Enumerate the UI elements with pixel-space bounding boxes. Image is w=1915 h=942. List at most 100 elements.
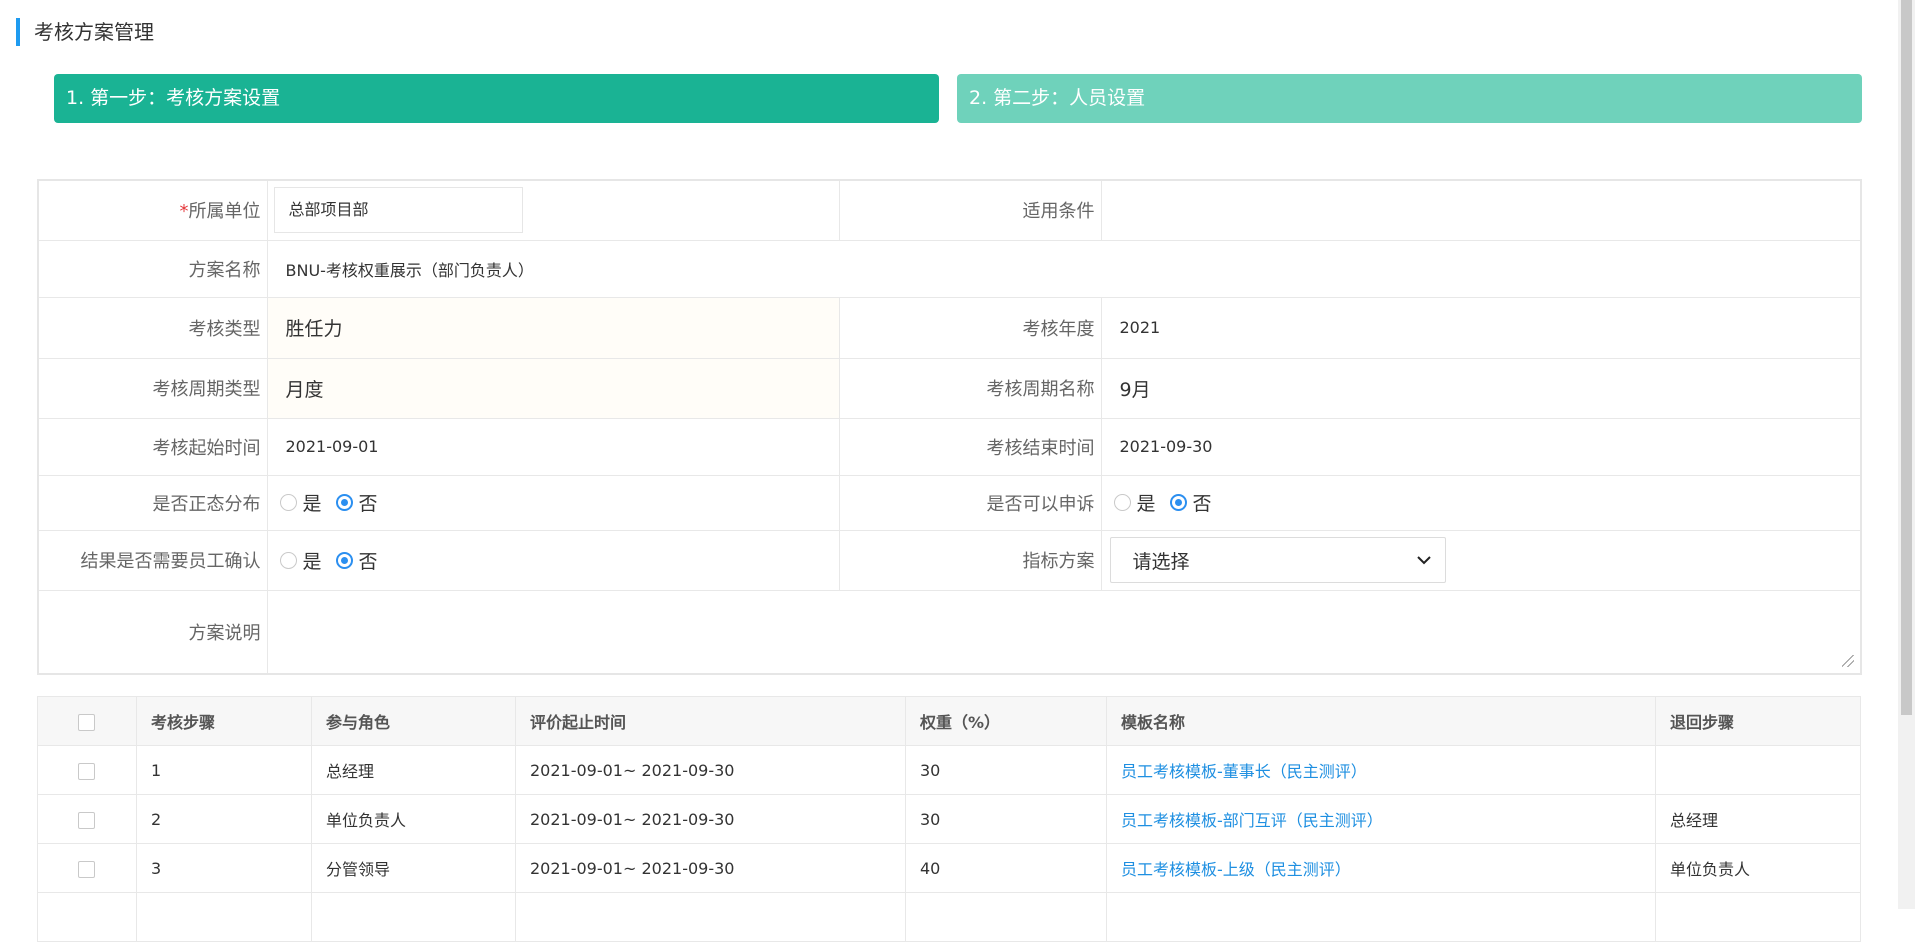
row-checkbox[interactable] [78,860,95,878]
page-title: 考核方案管理 [16,18,154,46]
cell-period: 2021-09-01~ 2021-09-30 [515,843,906,893]
year-cell: 2021 [1100,296,1862,359]
plan-name-cell: BNU-考核权重展示（部门负责人） [266,239,1862,298]
cell-role: 分管领导 [311,843,516,893]
appeal-label: 是否可以申诉 [838,474,1102,531]
end-label: 考核结束时间 [838,417,1102,476]
required-mark: * [179,201,189,223]
appeal-no-radio[interactable] [1169,494,1187,511]
row-checkbox[interactable] [78,762,95,780]
start-cell: 2021-09-01 [266,417,840,476]
radio-yes-label: 是 [302,550,322,573]
select-all-cell [37,696,137,746]
cell-period: 2021-09-01~ 2021-09-30 [515,794,906,844]
cell-weight: 30 [905,794,1107,844]
cycle-name-field[interactable]: 9月 [1110,379,1151,401]
cell-period: 2021-09-01~ 2021-09-30 [515,745,906,795]
cell-role: 总经理 [311,745,516,795]
start-label: 考核起始时间 [37,417,268,476]
radio-yes-label: 是 [302,493,322,515]
confirm-label: 结果是否需要员工确认 [37,529,268,591]
resize-handle-icon[interactable] [1842,655,1854,667]
cycle-type-label: 考核周期类型 [37,357,268,419]
col-header-template: 模板名称 [1106,696,1656,746]
plan-form: *所属单位 总部项目部 适用条件 方案名称 BNU-考核权重展示（部门负责人） … [37,179,1862,675]
end-cell: 2021-09-30 [1100,417,1862,476]
normal-dist-no-radio[interactable] [335,494,353,511]
confirm-radio-group: 是 否 [276,547,838,574]
plan-name-label: 方案名称 [37,239,268,298]
appeal-radio-group: 是 否 [1110,489,1860,516]
radio-no-label: 否 [358,550,378,573]
type-cell: 胜任力 [266,296,840,359]
year-label: 考核年度 [838,296,1102,359]
desc-textarea[interactable] [266,589,1862,675]
scrollbar-thumb[interactable] [1901,0,1912,715]
confirm-cell: 是 否 [266,529,840,591]
indicator-cell: 请选择 [1100,529,1862,591]
unit-cell: 总部项目部 [266,179,840,241]
unit-label: *所属单位 [37,179,268,241]
cell-back-step: 单位负责人 [1655,843,1861,893]
row-checkbox-cell [37,745,137,795]
row-checkbox-cell [37,843,137,893]
cell-template: 员工考核模板-上级（民主测评） [1106,843,1656,893]
cell-role: 单位负责人 [311,794,516,844]
type-label: 考核类型 [37,296,268,359]
radio-no-label: 否 [358,493,378,515]
table-row: 2 单位负责人 2021-09-01~ 2021-09-30 30 员工考核模板… [37,794,1861,844]
indicator-select[interactable]: 请选择 [1109,537,1446,583]
cycle-type-cell: 月度 [266,357,840,419]
cycle-name-label: 考核周期名称 [838,357,1102,419]
template-link[interactable]: 员工考核模板-上级（民主测评） [1121,860,1351,879]
col-header-period: 评价起止时间 [515,696,906,746]
condition-label: 适用条件 [838,179,1102,241]
confirm-yes-radio[interactable] [279,551,297,569]
radio-no-label: 否 [1192,493,1212,515]
template-link[interactable]: 员工考核模板-部门互评（民主测评） [1121,811,1383,830]
step-wizard: 1. 第一步：考核方案设置 2. 第二步：人员设置 [54,74,1862,123]
appeal-cell: 是 否 [1100,474,1862,531]
cycle-name-cell: 9月 [1100,357,1862,419]
confirm-no-radio[interactable] [335,551,353,569]
col-header-role: 参与角色 [311,696,516,746]
indicator-select-value: 请选择 [1132,550,1190,573]
radio-yes-label: 是 [1136,493,1156,515]
cycle-type-field: 月度 [285,378,324,401]
cell-step: 2 [136,794,312,844]
chevron-down-icon [1416,551,1431,569]
start-date-field[interactable]: 2021-09-01 [276,437,379,456]
desc-label: 方案说明 [37,589,268,675]
col-header-step: 考核步骤 [136,696,312,746]
table-row [37,892,1861,942]
template-link[interactable]: 员工考核模板-董事长（民主测评） [1121,762,1367,781]
normal-dist-yes-radio[interactable] [279,494,297,511]
cell-weight: 30 [905,745,1107,795]
normal-dist-label: 是否正态分布 [37,474,268,531]
end-date-field[interactable]: 2021-09-30 [1110,437,1213,456]
select-all-checkbox[interactable] [78,713,95,731]
cell-step: 3 [136,843,312,893]
step-2-personnel-settings[interactable]: 2. 第二步：人员设置 [957,74,1862,123]
table-row: 3 分管领导 2021-09-01~ 2021-09-30 40 员工考核模板-… [37,843,1861,893]
vertical-scrollbar[interactable] [1898,0,1915,909]
cell-back-step: 总经理 [1655,794,1861,844]
unit-field[interactable]: 总部项目部 [273,187,523,234]
step-1-plan-settings[interactable]: 1. 第一步：考核方案设置 [54,74,939,123]
normal-dist-radio-group: 是 否 [276,489,838,516]
cell-back-step [1655,745,1861,795]
appeal-yes-radio[interactable] [1113,494,1131,511]
cell-weight: 40 [905,843,1107,893]
condition-field[interactable] [1100,179,1862,241]
cell-template: 员工考核模板-董事长（民主测评） [1106,745,1656,795]
plan-name-field[interactable]: BNU-考核权重展示（部门负责人） [276,261,534,280]
cell-step: 1 [136,745,312,795]
steps-table: 考核步骤 参与角色 评价起止时间 权重（%） 模板名称 退回步骤 1 总经理 2… [37,696,1861,942]
cell-template: 员工考核模板-部门互评（民主测评） [1106,794,1656,844]
normal-dist-cell: 是 否 [266,474,840,531]
year-field[interactable]: 2021 [1110,318,1161,337]
col-header-back-step: 退回步骤 [1655,696,1861,746]
indicator-label: 指标方案 [838,529,1102,591]
row-checkbox-cell [37,794,137,844]
row-checkbox[interactable] [78,811,95,829]
